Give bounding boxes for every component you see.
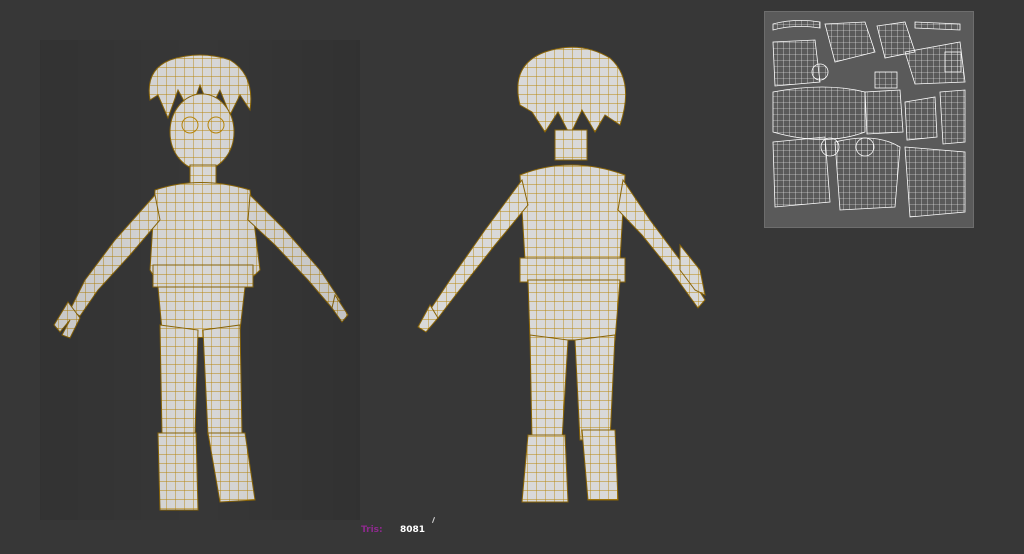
- tris-value: 8081: [400, 525, 426, 535]
- 3d-viewport[interactable]: Tris: 8081: [0, 0, 1024, 554]
- viewport-tick-mark: [432, 517, 435, 523]
- character-front-model[interactable]: [40, 40, 360, 520]
- uv-layout-panel: [764, 11, 974, 228]
- tris-label: Tris:: [361, 525, 383, 535]
- character-back-model[interactable]: [410, 40, 730, 520]
